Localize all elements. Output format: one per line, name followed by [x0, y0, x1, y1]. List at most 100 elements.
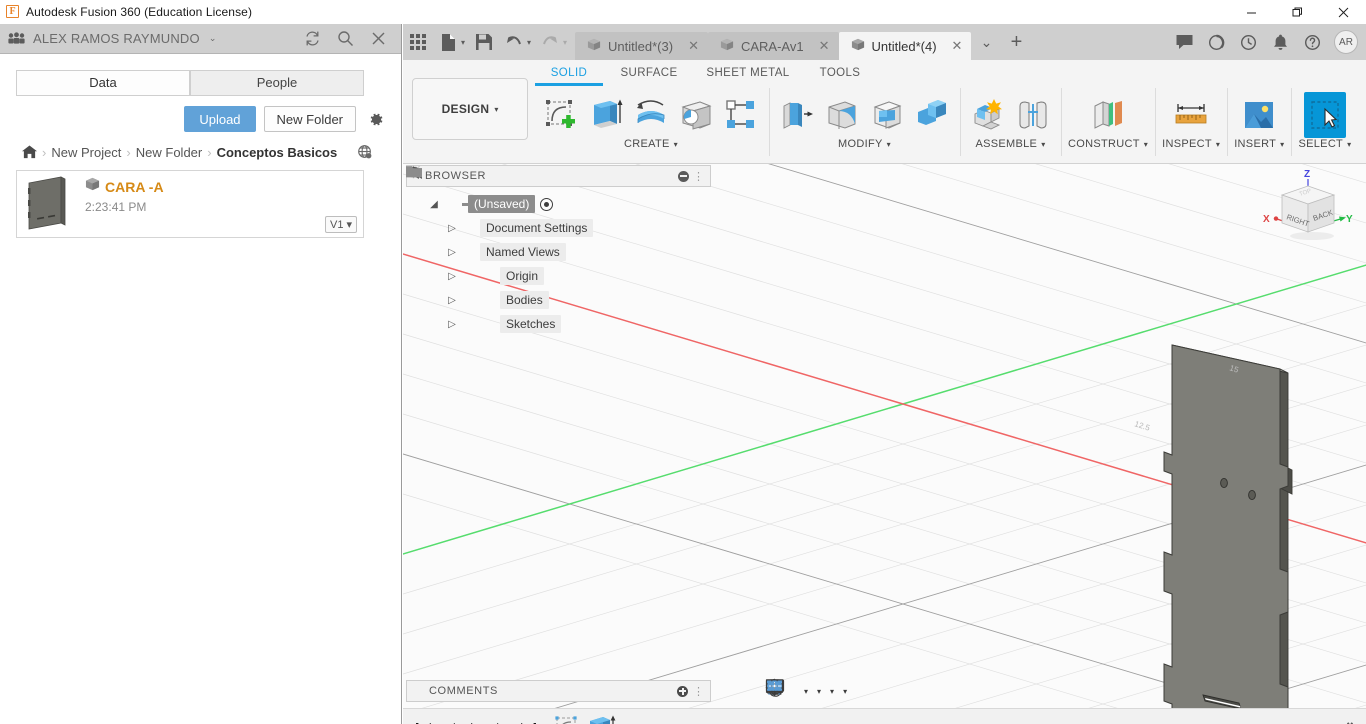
- minimize-button[interactable]: [1228, 0, 1274, 24]
- expand-arrow-icon[interactable]: ▷: [444, 319, 460, 330]
- globe-icon[interactable]: [357, 144, 373, 160]
- close-icon[interactable]: ✕: [952, 38, 963, 54]
- 3d-canvas[interactable]: 12.5 15 ◂◂ BROWSER ⋮ ◢: [403, 164, 1366, 708]
- breadcrumb-item-new-project[interactable]: New Project: [51, 145, 121, 160]
- new-folder-button[interactable]: New Folder: [263, 106, 356, 132]
- document-tab-cara-av1[interactable]: CARA-Av1 ✕: [707, 32, 839, 60]
- add-tab-button[interactable]: +: [1001, 24, 1031, 60]
- go-to-end-icon[interactable]: [515, 709, 541, 724]
- breadcrumb-item-new-folder[interactable]: New Folder: [136, 145, 202, 160]
- ribbon-panel-construct-label[interactable]: CONSTRUCT ▾: [1068, 138, 1148, 153]
- save-icon[interactable]: [469, 24, 499, 60]
- gear-icon[interactable]: [366, 110, 385, 129]
- redo-chevron-icon[interactable]: ▾: [563, 38, 567, 47]
- display-settings-icon[interactable]: ▾: [765, 678, 824, 704]
- timeline-feature-extrude[interactable]: [585, 714, 619, 724]
- joint-icon[interactable]: [1012, 92, 1054, 138]
- undo-icon[interactable]: [499, 24, 529, 60]
- recent-icon[interactable]: [1232, 24, 1264, 60]
- gear-icon[interactable]: [1340, 719, 1358, 724]
- expand-arrow-icon[interactable]: ▷: [444, 247, 460, 258]
- new-component-icon[interactable]: [967, 92, 1009, 138]
- close-button[interactable]: [1320, 0, 1366, 24]
- view-cube[interactable]: Z X Y RIGHT BACK TOP: [1260, 166, 1356, 250]
- step-forward-icon[interactable]: [489, 709, 515, 724]
- grip-icon[interactable]: ⋮: [693, 170, 704, 183]
- measure-icon[interactable]: [1170, 92, 1212, 138]
- comment-icon[interactable]: [1168, 24, 1200, 60]
- pan-icon[interactable]: [766, 678, 791, 704]
- press-pull-icon[interactable]: [776, 92, 818, 138]
- extrude-icon[interactable]: [585, 92, 627, 138]
- job-status-icon[interactable]: [1200, 24, 1232, 60]
- grip-icon[interactable]: ⋮: [693, 685, 704, 698]
- shell-icon[interactable]: [866, 92, 908, 138]
- tree-node-sketches[interactable]: ▷ Sketches: [406, 166, 711, 336]
- expand-arrow-icon[interactable]: ▷: [444, 271, 460, 282]
- pattern-icon[interactable]: [720, 92, 762, 138]
- upload-button[interactable]: Upload: [184, 106, 256, 132]
- help-icon[interactable]: [1296, 24, 1328, 60]
- notification-bell-icon[interactable]: [1264, 24, 1296, 60]
- tab-data[interactable]: Data: [16, 70, 190, 96]
- tree-node-bodies[interactable]: ▷ Bodies: [406, 166, 711, 312]
- file-version-dropdown[interactable]: V1 ▾: [325, 216, 357, 233]
- home-icon[interactable]: [22, 145, 37, 159]
- close-icon[interactable]: ✕: [688, 38, 699, 54]
- play-icon[interactable]: [463, 709, 489, 724]
- activate-component-radio[interactable]: [540, 197, 554, 211]
- offset-plane-icon[interactable]: [1087, 92, 1129, 138]
- close-icon[interactable]: ✕: [819, 38, 830, 54]
- ribbon-panel-select-label[interactable]: SELECT ▾: [1298, 138, 1351, 153]
- file-card-cara-a[interactable]: CARA -A 2:23:41 PM V1 ▾: [16, 170, 364, 238]
- revolve-icon[interactable]: [630, 92, 672, 138]
- grid-snap-icon[interactable]: ▾: [766, 678, 837, 704]
- ribbon-panel-assemble-label[interactable]: ASSEMBLE ▾: [975, 138, 1045, 153]
- select-window-icon[interactable]: [1303, 92, 1346, 138]
- new-document-icon[interactable]: [433, 24, 463, 60]
- workspace-selector[interactable]: DESIGN ▾: [412, 78, 528, 140]
- ribbon-panel-inspect-label[interactable]: INSPECT ▾: [1162, 138, 1220, 153]
- tab-overflow-chevron-icon[interactable]: ⌄: [971, 24, 1001, 60]
- avatar[interactable]: AR: [1334, 30, 1358, 54]
- search-icon[interactable]: [337, 30, 354, 47]
- zoom-icon[interactable]: [766, 678, 798, 704]
- go-to-beginning-icon[interactable]: [411, 709, 437, 724]
- zoom-window-icon[interactable]: ▾: [766, 678, 811, 704]
- refresh-icon[interactable]: [304, 30, 321, 47]
- expand-arrow-icon[interactable]: ◢: [426, 199, 442, 210]
- app-grid-icon[interactable]: [403, 24, 433, 60]
- ribbon-panel-create-label[interactable]: CREATE ▾: [624, 138, 678, 153]
- hub-chevron-down-icon[interactable]: ⌄: [209, 33, 217, 44]
- tree-node-document-settings[interactable]: ▷ Document Settings: [406, 165, 711, 240]
- add-comment-icon[interactable]: [677, 685, 688, 697]
- ribbon-tab-solid[interactable]: SOLID: [533, 63, 605, 86]
- document-tab-untitled-3[interactable]: Untitled*(3) ✕: [575, 32, 708, 60]
- ribbon-tab-sheet-metal[interactable]: SHEET METAL: [693, 63, 803, 84]
- breadcrumb-item-conceptos-basicos[interactable]: Conceptos Basicos: [217, 145, 338, 160]
- maximize-button[interactable]: [1274, 0, 1320, 24]
- ribbon-panel-insert-label[interactable]: INSERT ▾: [1234, 138, 1284, 153]
- tree-node-unsaved[interactable]: ◢ (Unsaved): [406, 165, 711, 216]
- ribbon-panel-modify-label[interactable]: MODIFY ▾: [838, 138, 891, 153]
- timeline-feature-sketch[interactable]: [553, 715, 583, 724]
- undo-chevron-icon[interactable]: ▾: [527, 38, 531, 47]
- expand-arrow-icon[interactable]: ▷: [444, 295, 460, 306]
- expand-arrow-icon[interactable]: ▷: [444, 223, 460, 234]
- ribbon-tab-tools[interactable]: TOOLS: [803, 63, 877, 84]
- close-data-panel-icon[interactable]: [370, 30, 387, 47]
- new-document-chevron-icon[interactable]: ▾: [461, 38, 465, 47]
- minimize-icon[interactable]: [678, 170, 689, 182]
- fillet-icon[interactable]: [821, 92, 863, 138]
- tree-node-named-views[interactable]: ▷ Named Views: [406, 166, 711, 264]
- tree-node-origin[interactable]: ▷ Origin: [406, 165, 711, 288]
- viewports-icon[interactable]: ▾: [765, 678, 850, 704]
- redo-icon[interactable]: [535, 24, 565, 60]
- document-tab-untitled-4[interactable]: Untitled*(4) ✕: [838, 32, 972, 60]
- sweep-icon[interactable]: [675, 92, 717, 138]
- ribbon-tab-surface[interactable]: SURFACE: [605, 63, 693, 84]
- step-back-icon[interactable]: [437, 709, 463, 724]
- tab-people[interactable]: People: [190, 70, 364, 96]
- create-sketch-icon[interactable]: [540, 92, 582, 138]
- insert-image-icon[interactable]: [1238, 92, 1280, 138]
